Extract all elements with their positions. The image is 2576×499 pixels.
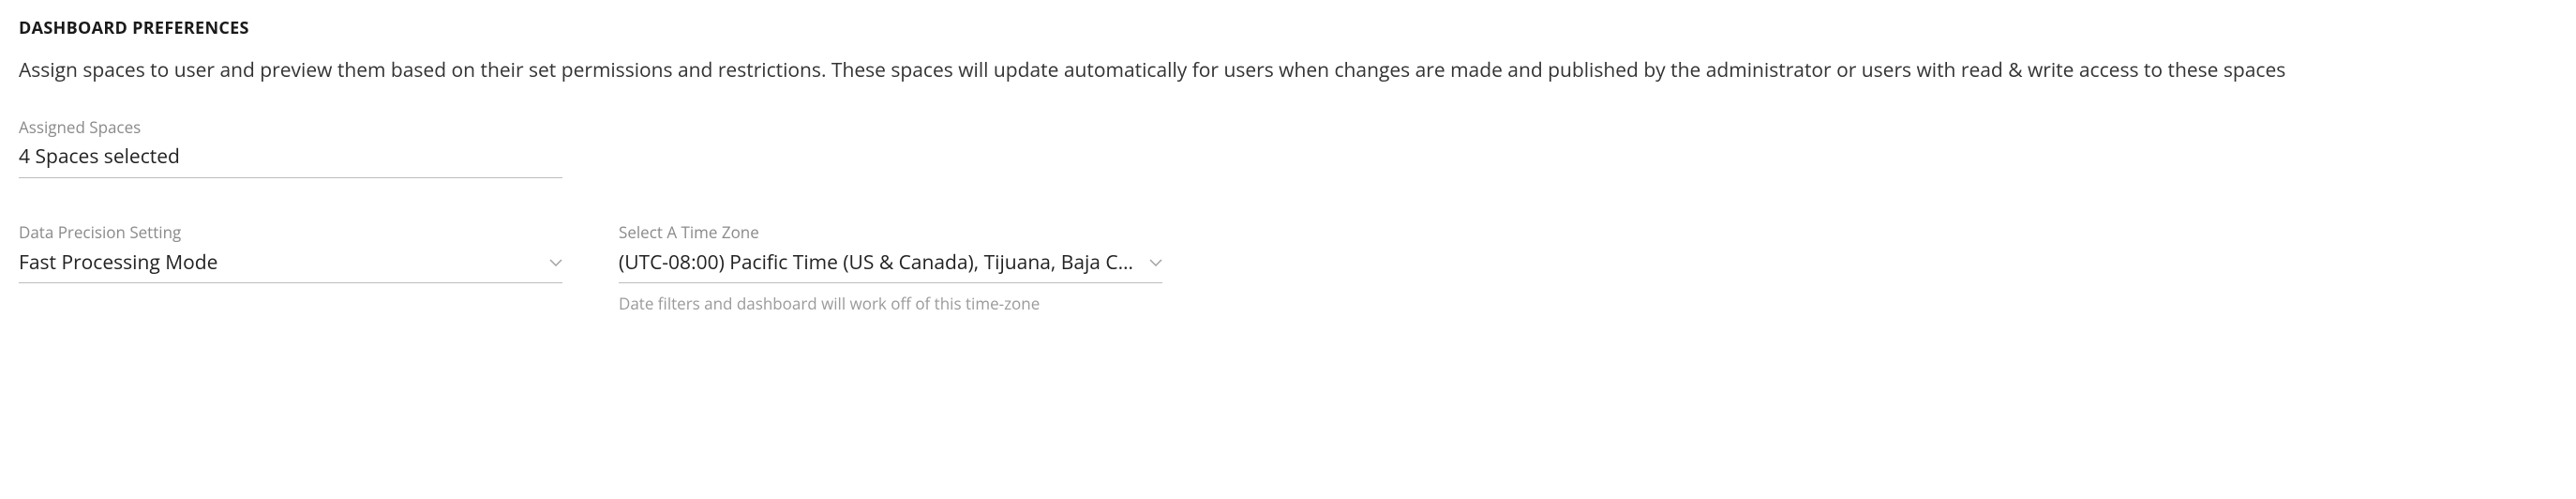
assigned-spaces-select[interactable]: 4 Spaces selected	[19, 142, 562, 177]
settings-row: Data Precision Setting Fast Processing M…	[19, 221, 2557, 315]
assigned-spaces-value: 4 Spaces selected	[19, 144, 180, 171]
timezone-label: Select A Time Zone	[619, 221, 1162, 244]
data-precision-select[interactable]: Fast Processing Mode	[19, 248, 562, 283]
assigned-spaces-label: Assigned Spaces	[19, 116, 562, 139]
data-precision-field: Data Precision Setting Fast Processing M…	[19, 221, 562, 315]
assigned-spaces-field: Assigned Spaces 4 Spaces selected	[19, 116, 562, 178]
section-description: Assign spaces to user and preview them b…	[19, 57, 2550, 84]
data-precision-label: Data Precision Setting	[19, 221, 562, 244]
caret-down-icon	[1149, 259, 1162, 266]
timezone-select[interactable]: (UTC-08:00) Pacific Time (US & Canada), …	[619, 248, 1162, 283]
section-title: DASHBOARD PREFERENCES	[19, 17, 2557, 40]
timezone-field: Select A Time Zone (UTC-08:00) Pacific T…	[619, 221, 1162, 315]
timezone-value: (UTC-08:00) Pacific Time (US & Canada), …	[619, 250, 1138, 277]
caret-down-icon	[549, 259, 562, 266]
data-precision-value: Fast Processing Mode	[19, 250, 217, 277]
timezone-helper: Date filters and dashboard will work off…	[619, 293, 1162, 315]
